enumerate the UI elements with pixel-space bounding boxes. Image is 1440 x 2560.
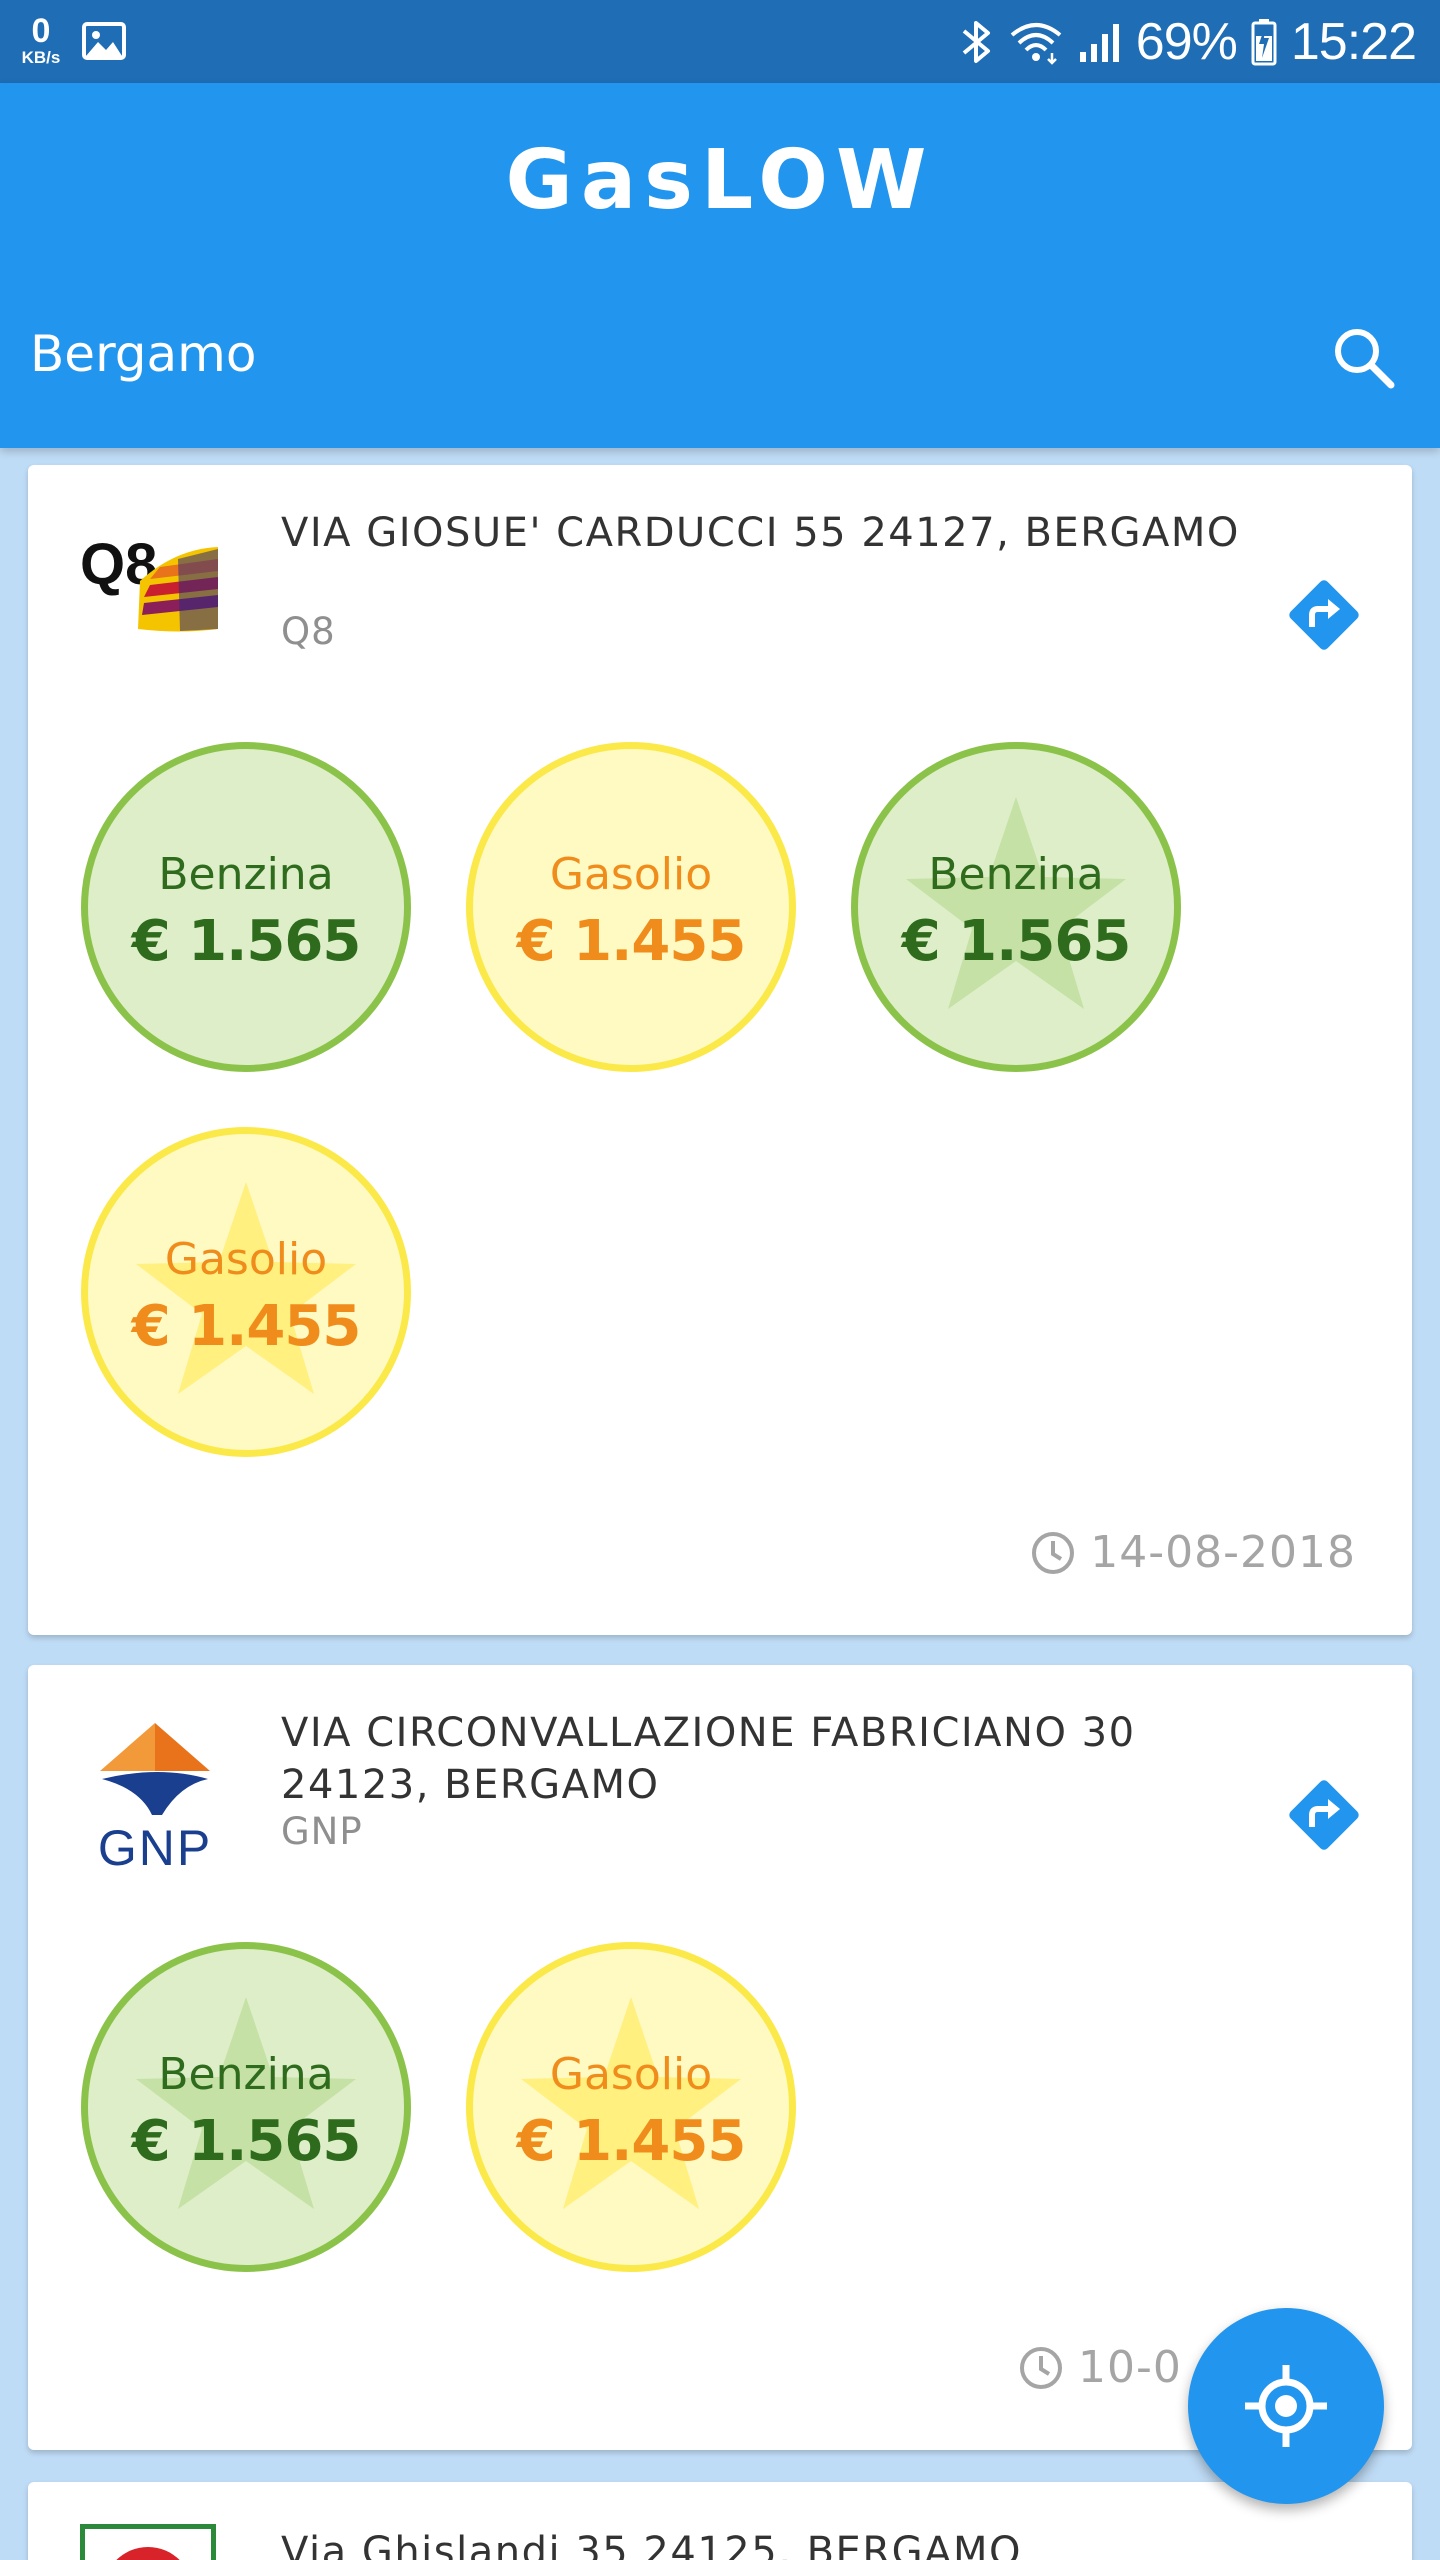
star-icon — [136, 1997, 356, 2209]
fuel-type: Gasolio — [164, 1234, 328, 1285]
clock-icon — [1020, 2346, 1062, 2389]
bluetooth-icon — [962, 20, 990, 63]
fuel-price-badge: Gasolio € 1.455 — [466, 1942, 796, 2272]
signal-icon — [1079, 23, 1119, 62]
star-icon — [906, 797, 1126, 1009]
fuel-type: Gasolio — [549, 849, 713, 900]
gps-location-icon — [1245, 2365, 1327, 2447]
app-logo: GasLOW — [505, 133, 935, 228]
app-bar: GasLOW Bergamo — [0, 83, 1440, 448]
last-updated-date: 14-08-2018 — [1090, 1527, 1356, 1578]
fuel-price: € 1.455 — [131, 1294, 362, 1359]
fuel-type: Benzina — [158, 849, 334, 900]
station-logo — [80, 2524, 216, 2560]
battery-icon — [1251, 18, 1277, 65]
network-speed: 0 KB/s — [14, 14, 68, 66]
directions-button[interactable] — [1284, 1775, 1364, 1855]
fuel-price-badge: Benzina € 1.565 — [81, 742, 411, 1072]
wifi-icon — [1010, 22, 1062, 65]
battery-percent: 69% — [1135, 12, 1238, 71]
image-icon — [82, 22, 126, 60]
directions-icon — [1289, 580, 1359, 650]
station-card[interactable]: Via Ghislandi 35 24125, BERGAMO — [28, 2482, 1412, 2560]
last-updated-date: 10-0 — [1078, 2342, 1182, 2393]
search-button[interactable] — [1324, 318, 1404, 398]
fuel-price-badge: Benzina € 1.565 — [81, 1942, 411, 2272]
status-bar: 0 KB/s 69% 15:22 — [0, 0, 1440, 83]
gnp-logo: GNP — [80, 1723, 230, 1876]
station-address: VIA CIRCONVALLAZIONE FABRICIANO 30 24123… — [281, 1710, 1136, 1808]
fuel-price: € 1.455 — [516, 2109, 747, 2174]
clock-icon — [1032, 1531, 1075, 1574]
last-updated: 14-08-2018 — [1030, 1527, 1356, 1578]
fuel-price-badge: Gasolio € 1.455 — [466, 742, 796, 1072]
network-speed-value: 0 — [31, 12, 51, 50]
station-brand: Q8 — [281, 610, 336, 653]
star-icon — [136, 1182, 356, 1394]
search-icon — [1335, 329, 1395, 389]
location-title[interactable]: Bergamo — [30, 325, 256, 383]
fuel-price: € 1.455 — [516, 909, 747, 974]
fuel-price: € 1.565 — [901, 909, 1132, 974]
fuel-price: € 1.565 — [131, 2109, 362, 2174]
my-location-button[interactable] — [1188, 2308, 1384, 2504]
station-address: Via Ghislandi 35 24125, BERGAMO — [281, 2529, 1022, 2560]
clock: 15:22 — [1290, 12, 1417, 71]
fuel-type: Benzina — [928, 849, 1104, 900]
fuel-type: Gasolio — [549, 2049, 713, 2100]
svg-text:GNP: GNP — [98, 1820, 212, 1875]
station-card[interactable]: GNP VIA CIRCONVALLAZIONE FABRICIANO 30 2… — [28, 1665, 1412, 2450]
fuel-price-badge: Gasolio € 1.455 — [81, 1127, 411, 1457]
fuel-price-badge: Benzina € 1.565 — [851, 742, 1181, 1072]
q8-logo: Q8 — [80, 525, 230, 675]
fuel-price: € 1.565 — [131, 909, 362, 974]
station-address: VIA GIOSUE' CARDUCCI 55 24127, BERGAMO — [281, 510, 1240, 556]
last-updated: 10-0 — [1018, 2342, 1182, 2393]
directions-button[interactable] — [1284, 575, 1364, 655]
directions-icon — [1289, 1780, 1359, 1850]
station-brand: GNP — [281, 1810, 363, 1853]
network-speed-unit: KB/s — [21, 48, 61, 67]
fuel-type: Benzina — [158, 2049, 334, 2100]
star-icon — [521, 1997, 741, 2209]
station-card[interactable]: Q8 VIA GIOSUE' CARDUCCI 55 24127, BERGAM… — [28, 465, 1412, 1635]
